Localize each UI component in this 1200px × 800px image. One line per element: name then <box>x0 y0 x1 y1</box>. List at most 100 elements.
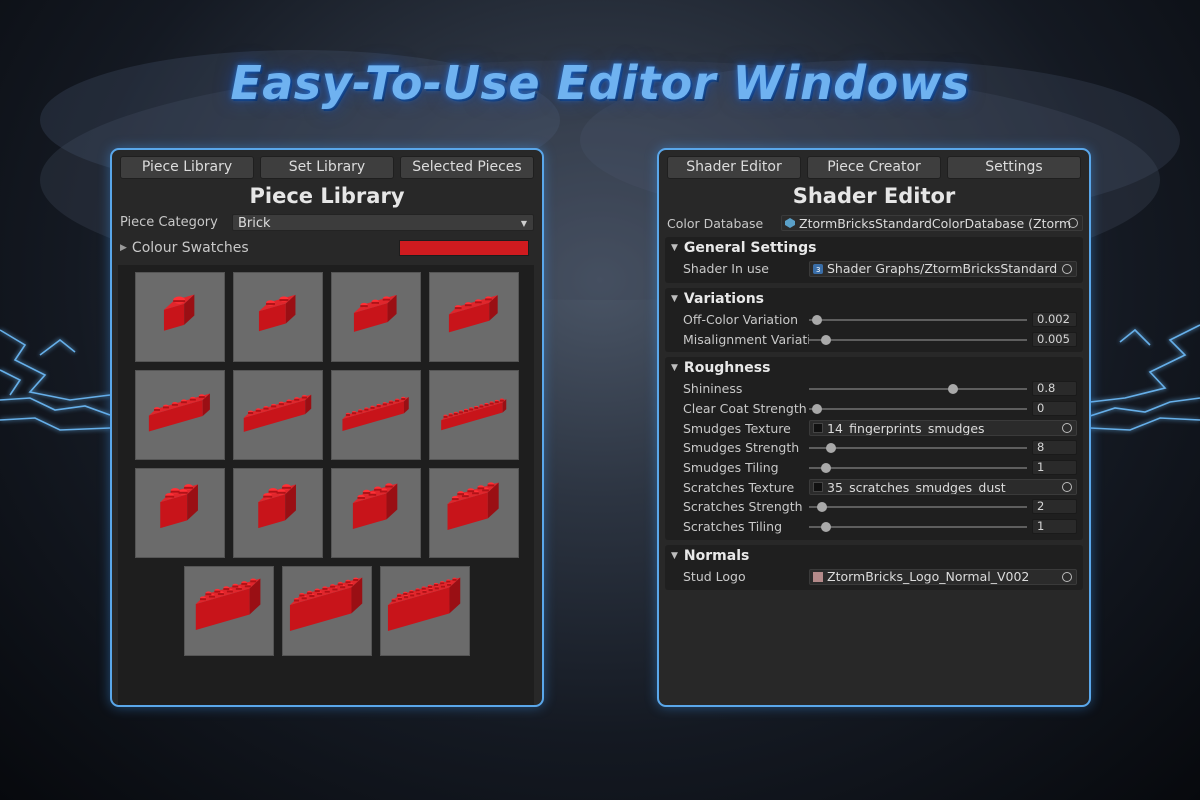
color-database-value: ZtormBricksStandardColorDatabase (Ztorm <box>799 215 1072 231</box>
slider-thumb[interactable] <box>820 334 831 345</box>
smudges-strength-value[interactable]: 8 <box>1032 440 1077 456</box>
smudges-strength-slider[interactable] <box>809 440 1027 456</box>
piece-category-value: Brick <box>238 215 271 231</box>
piece-tile[interactable] <box>282 566 372 656</box>
slider-thumb[interactable] <box>820 521 831 532</box>
shader-in-use-row: Shader In use 3 Shader Graphs/ZtormBrick… <box>665 259 1083 279</box>
piece-category-label: Piece Category <box>120 214 218 230</box>
shader-in-use-field[interactable]: 3 Shader Graphs/ZtormBricksStandard <box>809 260 1077 277</box>
scratches-strength-row: Scratches Strength 2 <box>665 497 1083 517</box>
scratches-tiling-slider[interactable] <box>809 519 1027 535</box>
colour-swatches-label[interactable]: Colour Swatches <box>132 240 399 256</box>
piece-tile[interactable] <box>233 272 323 362</box>
slider-thumb[interactable] <box>948 383 958 394</box>
piece-category-dropdown[interactable]: Brick ▼ <box>232 213 534 231</box>
piece-tile[interactable] <box>135 468 225 558</box>
foldout-arrow-icon: ▼ <box>671 363 678 373</box>
variations-section: ▼ Variations Off-Color Variation 0.002 M… <box>665 288 1083 352</box>
tab-set-library[interactable]: Set Library <box>260 156 394 179</box>
object-picker-icon[interactable] <box>1062 571 1072 582</box>
stud-logo-value: ZtormBricks_Logo_Normal_V002 <box>827 569 1030 585</box>
svg-text:3: 3 <box>816 266 820 274</box>
clearcoat-label: Clear Coat Strength <box>683 401 807 417</box>
smudges-tiling-value[interactable]: 1 <box>1032 460 1077 476</box>
headline: Easy-To-Use Editor Windows <box>230 56 970 110</box>
general-settings-header[interactable]: ▼ General Settings <box>665 237 1083 259</box>
window-title: Piece Library <box>249 184 405 208</box>
misalign-label: Misalignment Variation <box>683 332 809 348</box>
smudges-texture-field[interactable]: 14_fingerprints_smudges <box>809 420 1077 437</box>
offcolor-slider[interactable] <box>809 312 1027 328</box>
piece-tile[interactable] <box>233 370 323 460</box>
object-picker-icon[interactable] <box>1068 218 1078 228</box>
tab-piece-library[interactable]: Piece Library <box>120 156 254 179</box>
foldout-arrow-icon: ▼ <box>671 294 678 304</box>
misalign-slider[interactable] <box>809 332 1027 348</box>
chevron-down-icon: ▼ <box>520 218 527 228</box>
object-picker-icon[interactable] <box>1062 423 1072 434</box>
offcolor-value[interactable]: 0.002 <box>1032 312 1077 328</box>
shininess-value[interactable]: 0.8 <box>1032 381 1077 397</box>
variations-title: Variations <box>683 291 764 307</box>
smudges-texture-label: Smudges Texture <box>683 420 791 436</box>
brick-1x2-icon <box>258 294 296 332</box>
smudges-texture-value: 14_fingerprints_smudges <box>827 420 985 436</box>
foldout-arrow-icon[interactable]: ▶ <box>120 243 127 253</box>
shader-in-use-value: Shader Graphs/ZtormBricksStandard <box>827 261 1058 277</box>
scratches-texture-field[interactable]: 35_scratches_smudges_dust <box>809 479 1077 496</box>
piece-tile[interactable] <box>233 468 323 558</box>
scratches-strength-value[interactable]: 2 <box>1032 499 1077 515</box>
slider-thumb[interactable] <box>825 442 836 453</box>
lightning-left <box>0 329 111 431</box>
brick-2x10-icon <box>387 577 461 632</box>
scratches-tiling-value[interactable]: 1 <box>1032 519 1077 535</box>
roughness-header[interactable]: ▼ Roughness <box>665 357 1083 379</box>
texture-thumbnail-icon <box>813 423 823 434</box>
tab-piece-creator[interactable]: Piece Creator <box>807 156 941 179</box>
slider-thumb[interactable] <box>812 314 823 325</box>
offcolor-row: Off-Color Variation 0.002 <box>665 310 1083 330</box>
roughness-section: ▼ Roughness Shininess 0.8 Clear Coat Str… <box>665 357 1083 540</box>
misalign-value[interactable]: 0.005 <box>1032 332 1077 348</box>
slider-thumb[interactable] <box>820 462 831 473</box>
smudges-tiling-slider[interactable] <box>809 460 1027 476</box>
piece-tile[interactable] <box>331 370 421 460</box>
slider-thumb[interactable] <box>812 403 822 414</box>
colour-swatch[interactable] <box>398 240 529 256</box>
object-picker-icon[interactable] <box>1062 482 1072 493</box>
color-database-label: Color Database <box>667 215 764 231</box>
shininess-slider[interactable] <box>809 381 1027 397</box>
piece-tile[interactable] <box>429 272 519 362</box>
scriptable-object-icon <box>785 218 795 228</box>
piece-tile[interactable] <box>135 370 225 460</box>
color-database-field[interactable]: ZtormBricksStandardColorDatabase (Ztorm <box>781 215 1083 231</box>
brick-2x2-icon <box>258 484 296 529</box>
smudges-texture-row: Smudges Texture 14_fingerprints_smudges <box>665 418 1083 438</box>
stud-logo-row: Stud Logo ZtormBricks_Logo_Normal_V002 <box>665 567 1083 587</box>
piece-grid <box>118 265 534 705</box>
piece-tile[interactable] <box>429 468 519 558</box>
clearcoat-row: Clear Coat Strength 0 <box>665 399 1083 419</box>
piece-tile[interactable] <box>331 468 421 558</box>
tab-selected-pieces[interactable]: Selected Pieces <box>400 156 534 179</box>
piece-tile[interactable] <box>429 370 519 460</box>
tab-shader-editor[interactable]: Shader Editor <box>667 156 801 179</box>
smudges-strength-row: Smudges Strength 8 <box>665 438 1083 458</box>
brick-1x6-icon <box>148 393 210 432</box>
tab-bar: Shader Editor Piece Creator Settings <box>659 150 1089 179</box>
piece-tile[interactable] <box>135 272 225 362</box>
scratches-strength-slider[interactable] <box>809 499 1027 515</box>
scratches-tiling-label: Scratches Tiling <box>683 519 783 535</box>
stud-logo-field[interactable]: ZtormBricks_Logo_Normal_V002 <box>809 568 1077 585</box>
clearcoat-slider[interactable] <box>809 401 1027 417</box>
slider-thumb[interactable] <box>817 501 828 512</box>
foldout-arrow-icon: ▼ <box>671 243 678 253</box>
object-picker-icon[interactable] <box>1062 263 1072 274</box>
piece-tile[interactable] <box>184 566 274 656</box>
normals-header[interactable]: ▼ Normals <box>665 545 1083 567</box>
clearcoat-value[interactable]: 0 <box>1032 401 1077 417</box>
piece-tile[interactable] <box>380 566 470 656</box>
tab-settings[interactable]: Settings <box>947 156 1081 179</box>
variations-header[interactable]: ▼ Variations <box>665 288 1083 310</box>
piece-tile[interactable] <box>331 272 421 362</box>
